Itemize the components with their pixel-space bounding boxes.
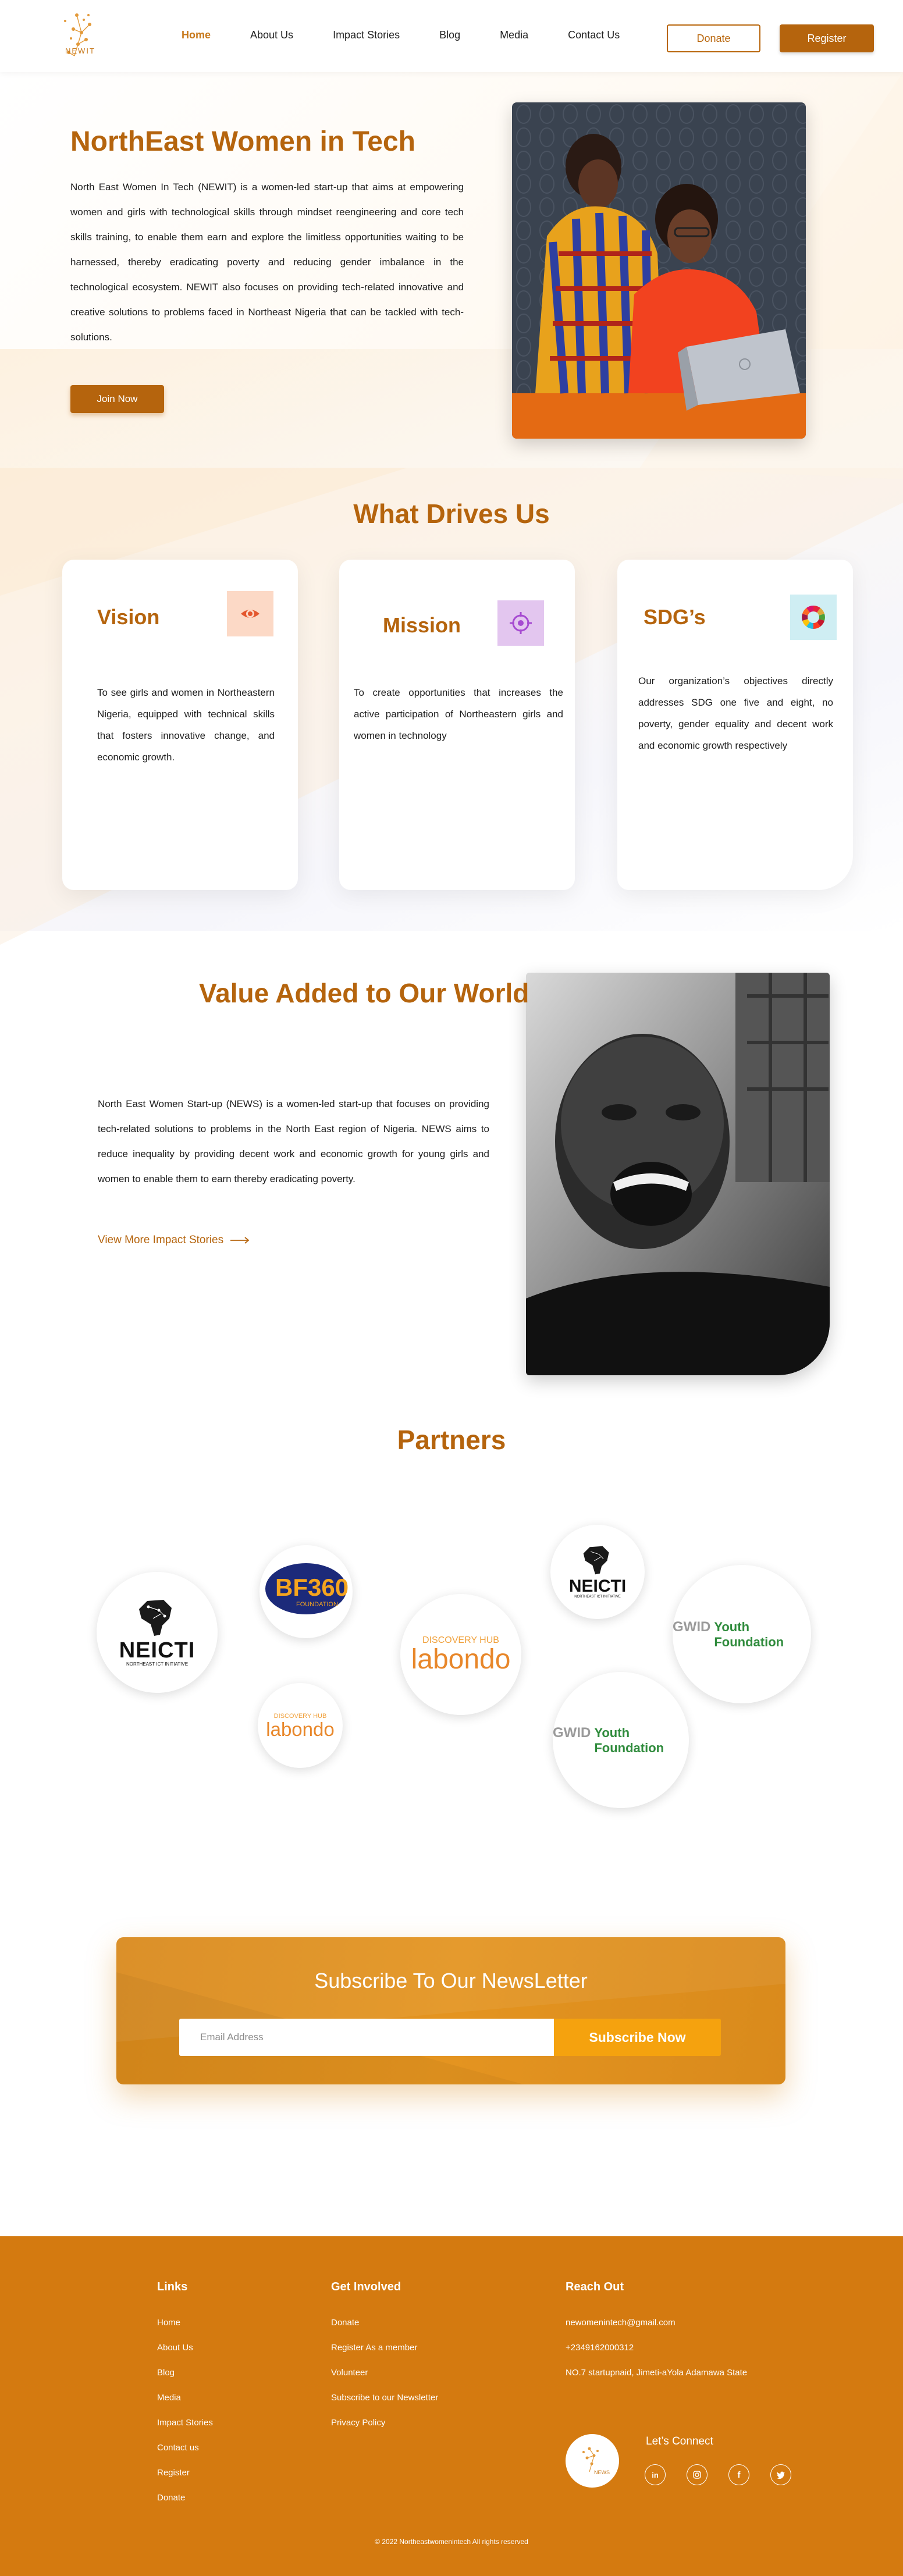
sdg-text: Our organization’s objectives directly a… bbox=[638, 675, 833, 751]
linkedin-icon[interactable]: in bbox=[645, 2464, 666, 2485]
arrow-right-icon bbox=[230, 1237, 250, 1244]
footer-email[interactable]: newomenintech@gmail.com bbox=[566, 2318, 747, 2328]
footer-reach-title: Reach Out bbox=[566, 2280, 624, 2293]
footer-involved-privacy-policy[interactable]: Privacy Policy bbox=[331, 2418, 438, 2428]
nav-media[interactable]: Media bbox=[500, 29, 528, 41]
value-description: North East Women Start-up (NEWS) is a wo… bbox=[98, 1098, 489, 1184]
nav-contact-us[interactable]: Contact Us bbox=[568, 29, 620, 41]
partners-title: Partners bbox=[397, 1425, 506, 1455]
logo-text: NEWIT bbox=[65, 47, 95, 55]
footer-involved-title: Get Involved bbox=[331, 2280, 401, 2293]
footer-involved-volunteer[interactable]: Volunteer bbox=[331, 2368, 438, 2378]
vision-title: Vision bbox=[97, 605, 160, 629]
news-footer-logo[interactable]: NEWS bbox=[566, 2434, 619, 2488]
partner-name: NEICTI bbox=[568, 1577, 627, 1596]
partner-bf360-logo[interactable]: BF360 FOUNDATION bbox=[259, 1545, 353, 1638]
news-logo-text: NEWS bbox=[594, 2470, 610, 2475]
africa-map-icon bbox=[139, 1599, 172, 1636]
footer-links-title: Links bbox=[157, 2280, 188, 2293]
instagram-icon[interactable] bbox=[687, 2464, 708, 2485]
partner-name: Youth Foundation bbox=[594, 1725, 664, 1755]
nav-impact-stories[interactable]: Impact Stories bbox=[333, 29, 400, 41]
partner-gwid-logo[interactable]: GWID Youth Foundation bbox=[673, 1565, 811, 1703]
footer-address: NO.7 startupnaid, Jimeti-aYola Adamawa S… bbox=[566, 2368, 748, 2378]
drives-title: What Drives Us bbox=[353, 499, 550, 529]
partner-subtitle: GWID bbox=[673, 1618, 711, 1635]
footer-involved-donate[interactable]: Donate bbox=[331, 2318, 438, 2328]
footer-link-media[interactable]: Media bbox=[157, 2393, 213, 2403]
copyright-text: © 2022 Northeastwomenintech All rights r… bbox=[375, 2538, 528, 2546]
mission-title: Mission bbox=[383, 613, 461, 637]
hero-description: North East Women In Tech (NEWIT) is a wo… bbox=[70, 182, 464, 343]
hero-title: NorthEast Women in Tech bbox=[70, 126, 415, 157]
newsletter-banner: Subscribe To Our NewsLetter Subscribe No… bbox=[116, 1937, 785, 2084]
footer-phone[interactable]: +2349162000312 bbox=[566, 2343, 747, 2353]
join-now-button[interactable]: Join Now bbox=[70, 385, 164, 413]
partner-neicti-small-logo[interactable]: NEICTI NORTHEAST ICT INITIATIVE bbox=[550, 1525, 645, 1619]
facebook-icon[interactable]: f bbox=[728, 2464, 749, 2485]
sdg-card: SDG’s Our organization’s objectives dire… bbox=[617, 560, 853, 890]
newit-logo[interactable] bbox=[48, 3, 112, 67]
footer-link-contact-us[interactable]: Contact us bbox=[157, 2443, 213, 2453]
footer-reach-list: newomenintech@gmail.com +2349162000312 N… bbox=[566, 2318, 747, 2393]
hero-photo bbox=[512, 102, 806, 439]
register-button[interactable]: Register bbox=[780, 24, 874, 52]
vision-text: To see girls and women in Northeastern N… bbox=[97, 687, 275, 763]
footer-involved-list: Donate Register As a member Volunteer Su… bbox=[331, 2318, 438, 2443]
news-logo-mark: NEWS bbox=[582, 2447, 610, 2475]
nav-home[interactable]: Home bbox=[182, 29, 211, 41]
newsletter-title: Subscribe To Our NewsLetter bbox=[314, 1969, 588, 1993]
partner-neicti-logo[interactable]: NEICTI NORTHEAST ICT INITIATIVE bbox=[97, 1572, 218, 1693]
sdg-title: SDG’s bbox=[644, 605, 706, 629]
donate-button[interactable]: Donate bbox=[667, 24, 760, 52]
partner-name: Youth Foundation bbox=[714, 1619, 784, 1649]
partner-labondo-logo[interactable]: DISCOVERY HUB labondo bbox=[400, 1594, 521, 1715]
partner-subtitle: GWID bbox=[553, 1724, 591, 1741]
partner-labondo-small-logo[interactable]: DISCOVERY HUB labondo bbox=[258, 1683, 343, 1768]
partner-subtitle: NORTHEAST ICT INITIATIVE bbox=[126, 1661, 189, 1667]
email-input[interactable] bbox=[179, 2019, 554, 2056]
mission-card: Mission To create opportunities that inc… bbox=[339, 560, 575, 890]
mission-text: To create opportunities that increases t… bbox=[354, 687, 563, 741]
newsletter-decoration bbox=[116, 1937, 785, 2084]
eye-icon bbox=[227, 591, 273, 636]
vision-card: Vision To see girls and women in Northea… bbox=[62, 560, 298, 890]
footer-link-register[interactable]: Register bbox=[157, 2468, 213, 2478]
target-icon bbox=[497, 600, 544, 646]
lets-connect-label: Let’s Connect bbox=[646, 2435, 713, 2447]
partner-name: NEICTI bbox=[119, 1638, 195, 1663]
footer-involved-register-member[interactable]: Register As a member bbox=[331, 2343, 438, 2353]
view-more-impact-stories-link[interactable]: View More Impact Stories bbox=[98, 1234, 250, 1247]
footer-link-home[interactable]: Home bbox=[157, 2318, 213, 2328]
footer-links-list: Home About Us Blog Media Impact Stories … bbox=[157, 2318, 213, 2518]
site-header: NEWIT Home About Us Impact Stories Blog … bbox=[0, 0, 903, 72]
partner-name: labondo bbox=[266, 1718, 335, 1740]
partner-name: labondo bbox=[411, 1644, 511, 1675]
main-nav: Home About Us Impact Stories Blog Media … bbox=[182, 29, 659, 41]
partner-subtitle: NORTHEAST ICT INITIATIVE bbox=[574, 1595, 621, 1599]
partner-name: BF360 bbox=[275, 1574, 349, 1601]
sdg-wheel-icon bbox=[790, 595, 837, 640]
view-more-label: View More Impact Stories bbox=[98, 1234, 224, 1246]
subscribe-now-button[interactable]: Subscribe Now bbox=[554, 2019, 721, 2056]
partner-gwid-small-logo[interactable]: GWID Youth Foundation bbox=[553, 1672, 689, 1808]
footer-link-donate[interactable]: Donate bbox=[157, 2493, 213, 2503]
africa-map-icon bbox=[583, 1546, 609, 1575]
footer-involved-subscribe-newsletter[interactable]: Subscribe to our Newsletter bbox=[331, 2393, 438, 2403]
nav-blog[interactable]: Blog bbox=[439, 29, 460, 41]
twitter-icon[interactable] bbox=[770, 2464, 791, 2485]
nav-about-us[interactable]: About Us bbox=[250, 29, 293, 41]
value-title: Value Added to Our World bbox=[199, 978, 529, 1008]
site-footer: Links Home About Us Blog Media Impact St… bbox=[0, 2236, 903, 2576]
footer-link-impact-stories[interactable]: Impact Stories bbox=[157, 2418, 213, 2428]
partner-subtitle: FOUNDATION bbox=[296, 1601, 338, 1608]
footer-link-blog[interactable]: Blog bbox=[157, 2368, 213, 2378]
footer-link-about-us[interactable]: About Us bbox=[157, 2343, 213, 2353]
value-photo bbox=[526, 973, 830, 1375]
page: NEWIT Home About Us Impact Stories Blog … bbox=[0, 0, 903, 2576]
